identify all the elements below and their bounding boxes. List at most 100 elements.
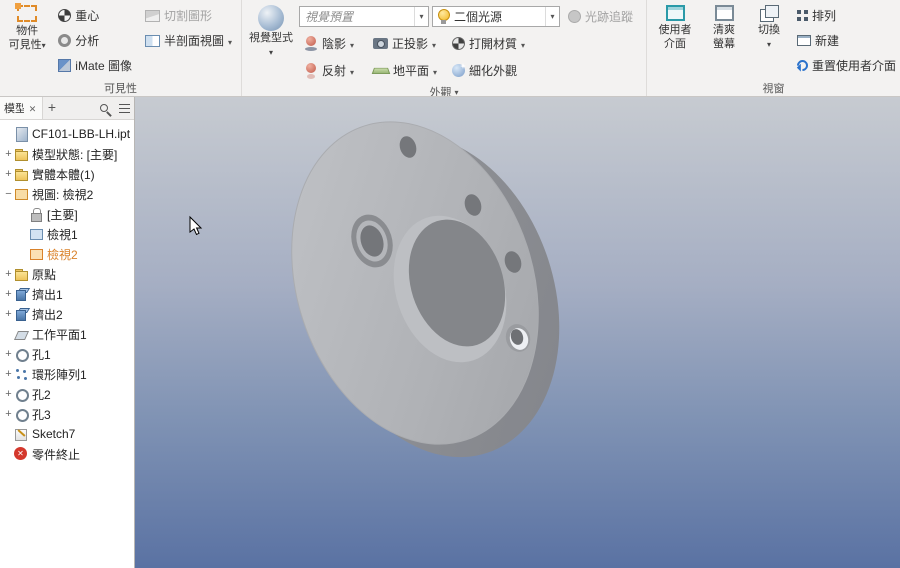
half-section-view-label: 半剖面視圖 <box>163 34 224 48</box>
mouse-cursor-icon <box>189 215 203 236</box>
user-interface-icon <box>665 5 685 21</box>
tree-item-extrusion1[interactable]: + 擠出1 <box>0 284 134 304</box>
object-visibility-button[interactable]: 物件 可見性 <box>4 3 50 78</box>
tree-item-circular-pattern1[interactable]: + 環形陣列1 <box>0 364 134 384</box>
ribbon-group-appearance: 視覺型式 視覺預置 二個光源 <box>242 0 647 96</box>
visual-preset-combo[interactable]: 視覺預置 <box>299 6 429 27</box>
reset-undo-arrow-icon <box>794 57 811 74</box>
tree-item-end-of-part[interactable]: 零件終止 <box>0 444 134 464</box>
tree-item-solid-bodies[interactable]: + 實體本體(1) <box>0 164 134 184</box>
analysis-button[interactable]: 分析 <box>53 28 137 53</box>
folder-icon <box>14 267 28 281</box>
object-visibility-icon <box>15 3 38 22</box>
arrange-label: 排列 <box>812 9 837 23</box>
expander-icon[interactable]: + <box>3 408 14 420</box>
tree-item-label: 孔2 <box>32 387 51 402</box>
shadows-button[interactable]: 陰影 <box>299 31 365 56</box>
expander-icon[interactable]: + <box>3 368 14 380</box>
expander-icon[interactable]: + <box>3 148 14 160</box>
ribbon: 物件 可見性 重心 分析 iMate 圖像 <box>0 0 900 97</box>
ground-plane-icon <box>371 67 391 74</box>
tree-item-view2[interactable]: 檢視2 <box>0 244 134 264</box>
folder-icon <box>14 147 28 161</box>
tree-item-workplane1[interactable]: 工作平面1 <box>0 324 134 344</box>
imate-icon <box>58 59 72 72</box>
expander-icon[interactable]: + <box>3 268 14 280</box>
tree-item-hole3[interactable]: + 孔3 <box>0 404 134 424</box>
visual-style-button[interactable]: 視覺型式 <box>246 3 296 83</box>
expander-icon[interactable]: + <box>3 168 14 180</box>
expander-icon[interactable]: + <box>3 308 14 320</box>
imate-glyph-button[interactable]: iMate 圖像 <box>53 53 137 78</box>
lights-combo[interactable]: 二個光源 <box>432 6 560 27</box>
appearance-group-label-text: 外觀 <box>429 87 452 97</box>
user-interface-label-2: 介面 <box>664 38 686 50</box>
textures-on-button[interactable]: 打開材質 <box>447 31 535 56</box>
tree-item-origin[interactable]: + 原點 <box>0 264 134 284</box>
part-document-icon <box>14 127 28 142</box>
tree-item-hole2[interactable]: + 孔2 <box>0 384 134 404</box>
reflections-label: 反射 <box>322 64 347 78</box>
arrange-button[interactable]: 排列 <box>792 3 896 28</box>
tree-item-label: 擠出2 <box>32 307 63 322</box>
new-window-label: 新建 <box>815 34 840 48</box>
reset-ui-button[interactable]: 重置使用者介面 <box>792 53 896 78</box>
search-button[interactable] <box>94 97 114 119</box>
tree-item-view-main[interactable]: [主要] <box>0 204 134 224</box>
switch-windows-button[interactable]: 切換 <box>749 3 789 78</box>
extrusion-icon <box>14 307 28 321</box>
browser-tab-model[interactable]: 模型 <box>0 97 43 119</box>
center-of-gravity-button[interactable]: 重心 <box>53 3 137 28</box>
switch-windows-icon <box>759 5 779 22</box>
reflections-button[interactable]: 反射 <box>299 58 365 83</box>
tree-item-label: 環形陣列1 <box>32 367 87 382</box>
switch-windows-label: 切換 <box>758 24 780 36</box>
clean-screen-label-1: 清爽 <box>713 24 735 36</box>
extrusion-icon <box>14 287 28 301</box>
clean-screen-button[interactable]: 清爽 螢幕 <box>702 3 746 78</box>
expander-icon[interactable]: + <box>3 388 14 400</box>
browser-menu-button[interactable] <box>114 97 134 119</box>
viewport-3d[interactable] <box>135 97 900 568</box>
chevron-down-icon[interactable] <box>414 7 428 26</box>
add-tab-button[interactable] <box>43 99 61 117</box>
visual-preset-value: 視覺預置 <box>305 10 354 24</box>
tree-item-view-representations[interactable]: − 視圖: 檢視2 <box>0 184 134 204</box>
inventor-app: 物件 可見性 重心 分析 iMate 圖像 <box>0 0 900 568</box>
chevron-down-icon <box>350 64 354 78</box>
tree-item-part-file[interactable]: CF101-LBB-LH.ipt <box>0 124 134 144</box>
slice-graphics-icon <box>144 9 160 22</box>
refine-appearance-button[interactable]: 細化外觀 <box>447 58 535 83</box>
orthographic-label: 正投影 <box>392 37 429 51</box>
object-visibility-label-1: 物件 <box>16 25 39 37</box>
slice-graphics-button[interactable]: 切割圖形 <box>140 3 237 28</box>
end-of-part-icon <box>14 447 28 461</box>
appearance-group-label[interactable]: 外觀 <box>242 84 646 97</box>
expander-icon[interactable]: − <box>3 188 14 200</box>
reset-ui-label: 重置使用者介面 <box>812 59 896 73</box>
half-section-view-button[interactable]: 半剖面視圖 <box>140 28 237 53</box>
tree-item-label: Sketch7 <box>32 427 76 441</box>
orthographic-button[interactable]: 正投影 <box>368 31 444 56</box>
view-representations-icon <box>14 187 28 201</box>
new-window-button[interactable]: 新建 <box>792 28 896 53</box>
user-interface-button[interactable]: 使用者 介面 <box>651 3 699 78</box>
tree-item-sketch7[interactable]: Sketch7 <box>0 424 134 444</box>
tree-item-model-states[interactable]: + 模型狀態: [主要] <box>0 144 134 164</box>
arrange-icon <box>797 10 808 21</box>
tree-item-label: 檢視1 <box>47 227 78 242</box>
clean-screen-icon <box>714 5 734 21</box>
tree-item-extrusion2[interactable]: + 擠出2 <box>0 304 134 324</box>
visual-style-sphere-icon <box>258 5 284 31</box>
tree-item-hole1[interactable]: + 孔1 <box>0 344 134 364</box>
expander-icon[interactable]: + <box>3 348 14 360</box>
chevron-down-icon[interactable] <box>545 7 559 26</box>
close-icon[interactable] <box>27 99 38 117</box>
windows-group-label: 視窗 <box>762 82 785 95</box>
expander-icon[interactable]: + <box>3 288 14 300</box>
ground-plane-button[interactable]: 地平面 <box>368 58 444 83</box>
tree-item-view1[interactable]: 檢視1 <box>0 224 134 244</box>
ray-tracing-button[interactable]: 光跡追蹤 <box>563 4 638 29</box>
browser-header: 模型 <box>0 97 134 120</box>
view-icon <box>29 227 43 241</box>
